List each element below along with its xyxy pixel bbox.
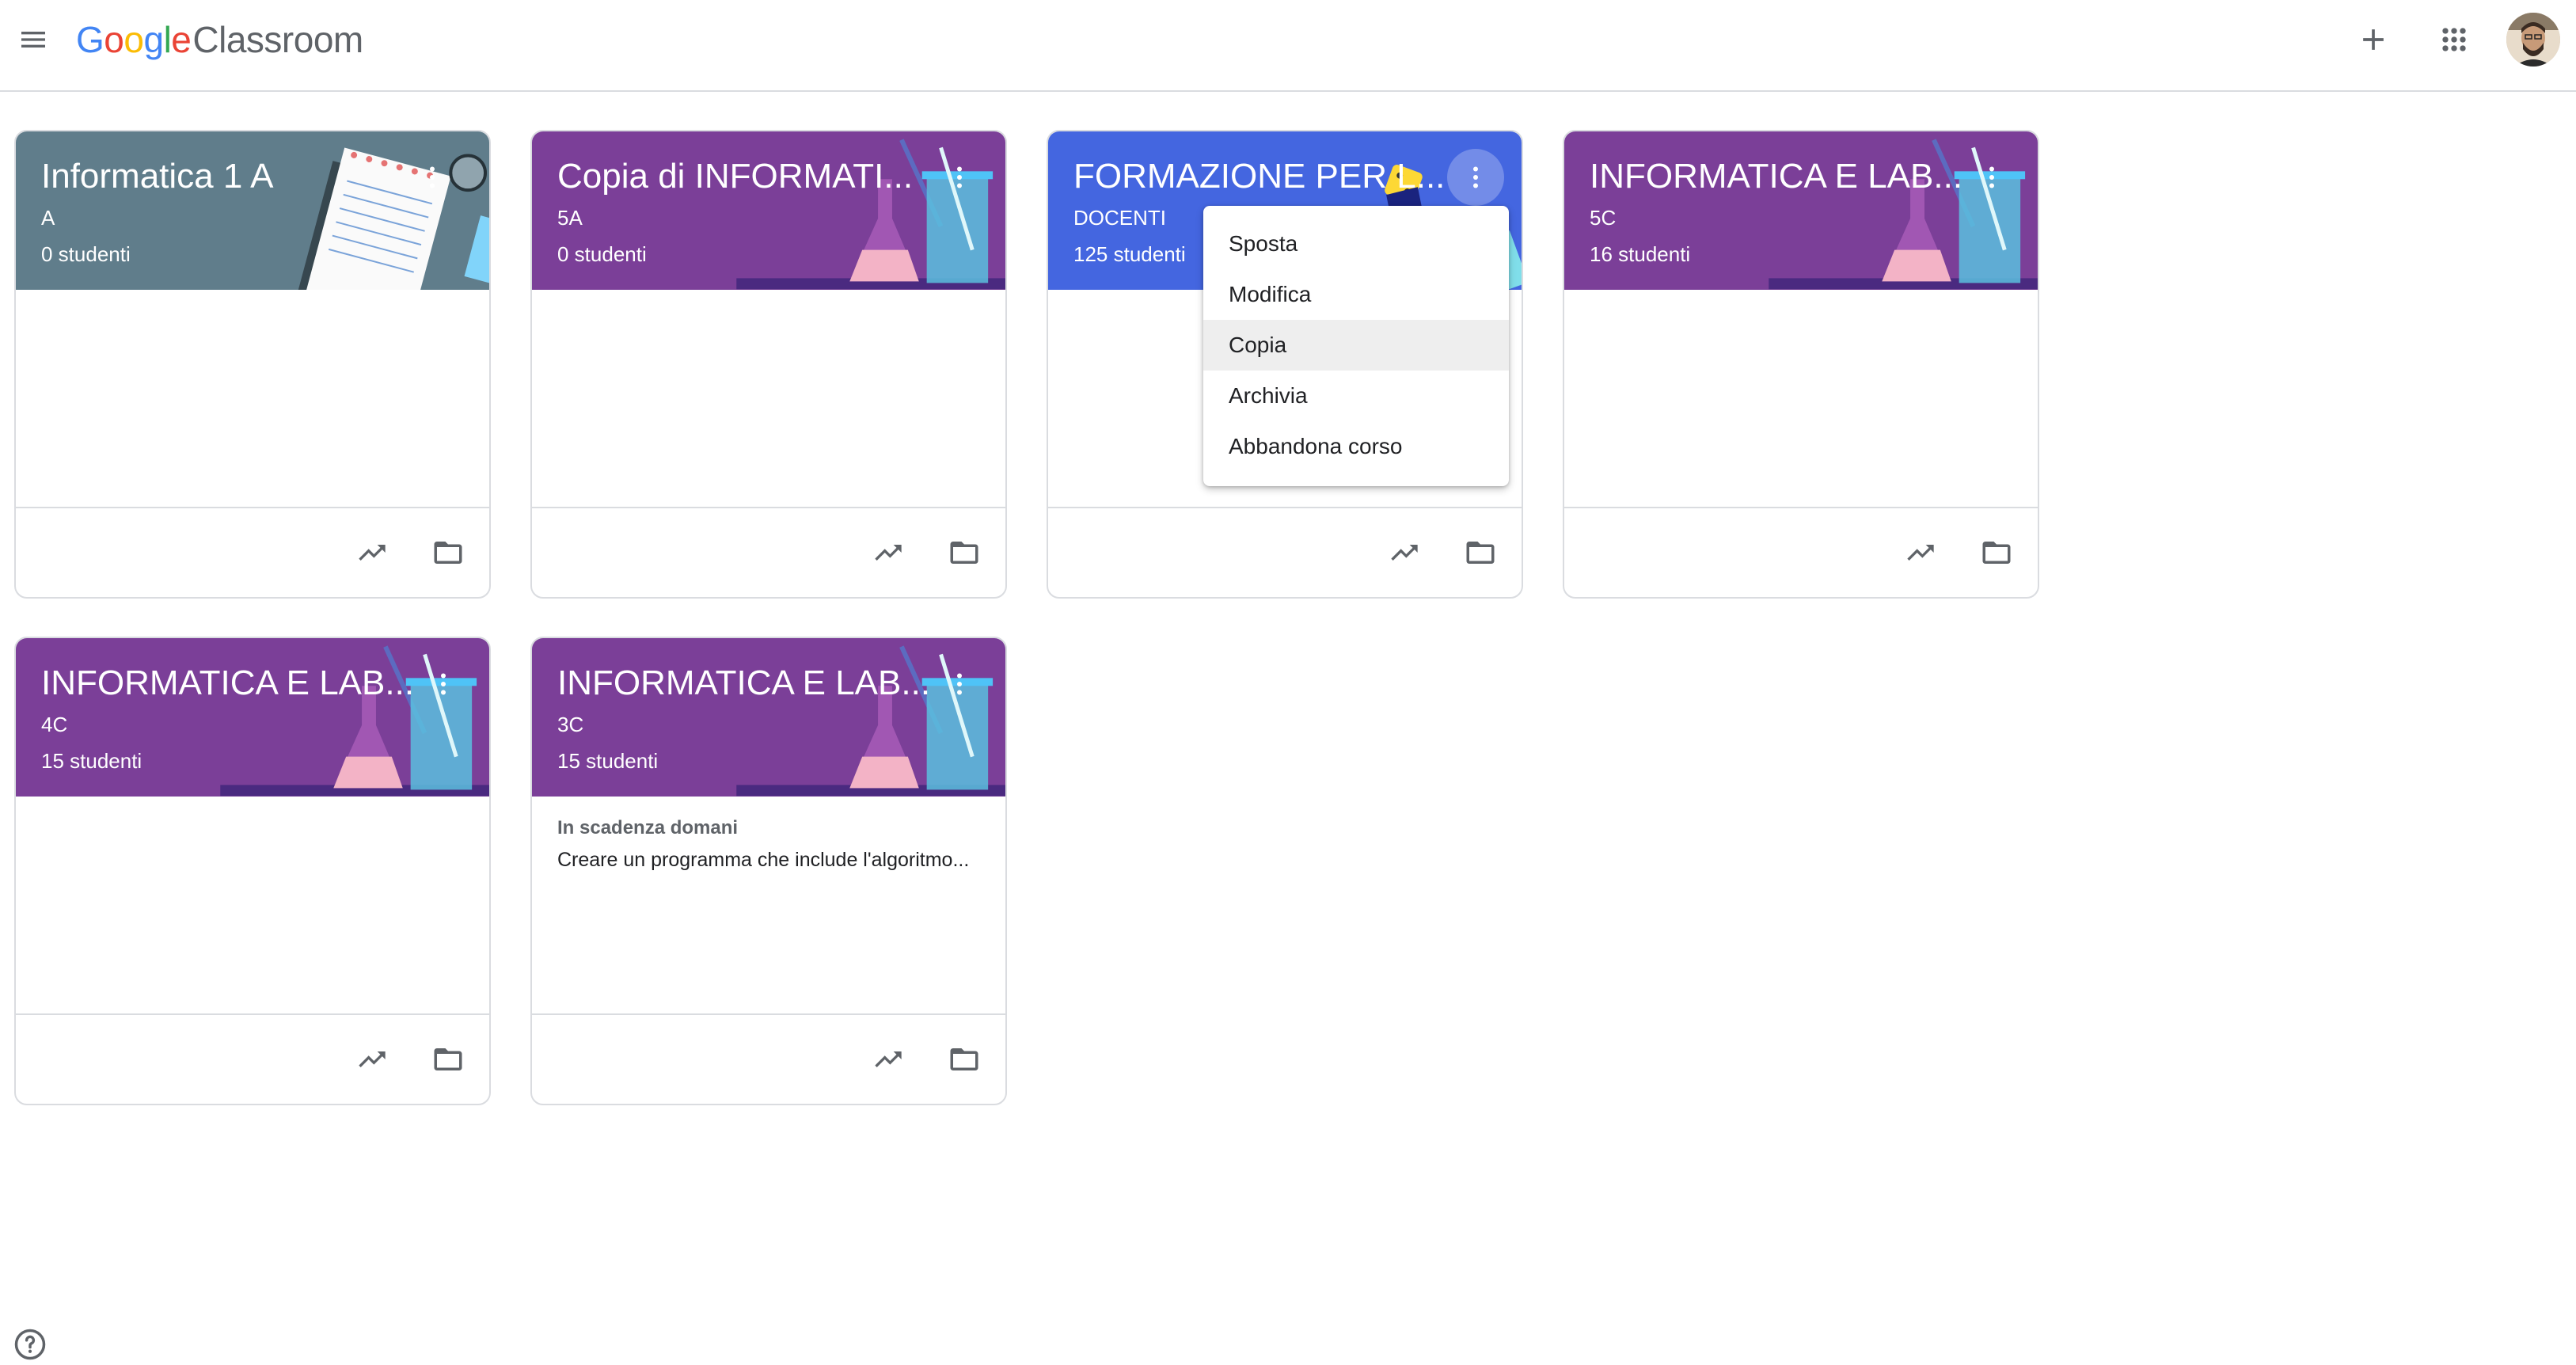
- trending-up-icon[interactable]: [861, 526, 915, 580]
- course-students-count: 0 studenti: [41, 242, 131, 266]
- top-app-bar: Google Classroom: [0, 0, 2576, 92]
- user-avatar[interactable]: [2506, 13, 2560, 67]
- course-title[interactable]: INFORMATICA E LAB...: [557, 663, 953, 703]
- course-title[interactable]: Informatica 1 A: [41, 157, 437, 196]
- folder-icon[interactable]: [1970, 526, 2023, 580]
- course-card[interactable]: Copia di INFORMATI... 5A 0 studenti: [530, 130, 1007, 599]
- help-circle-icon[interactable]: [13, 1327, 47, 1362]
- folder-icon[interactable]: [421, 526, 475, 580]
- folder-icon[interactable]: [1453, 526, 1507, 580]
- logo-product-name: Classroom: [192, 19, 363, 60]
- course-section: 4C: [41, 713, 68, 736]
- trending-up-icon[interactable]: [345, 526, 399, 580]
- folder-icon[interactable]: [937, 1032, 991, 1086]
- more-vert-icon[interactable]: [404, 149, 461, 206]
- menu-item-sposta[interactable]: Sposta: [1203, 219, 1509, 269]
- course-card[interactable]: Informatica 1 A A 0 studenti: [14, 130, 491, 599]
- logo-letter: e: [171, 19, 192, 60]
- course-students-count: 16 studenti: [1590, 242, 1691, 266]
- course-students-count: 125 studenti: [1073, 242, 1186, 266]
- course-title[interactable]: FORMAZIONE PER L...: [1073, 157, 1469, 196]
- more-vert-icon[interactable]: [1447, 149, 1504, 206]
- course-section: 3C: [557, 713, 584, 736]
- google-classroom-logo[interactable]: Google Classroom: [76, 14, 363, 65]
- course-section: A: [41, 206, 55, 230]
- course-card-body: [1564, 290, 2038, 508]
- course-title[interactable]: Copia di INFORMATI...: [557, 157, 953, 196]
- menu-item-copia[interactable]: Copia: [1203, 320, 1509, 371]
- course-card-header[interactable]: INFORMATICA E LAB... 4C 15 studenti: [16, 638, 489, 797]
- menu-item-abbandona-corso[interactable]: Abbandona corso: [1203, 421, 1509, 472]
- course-card[interactable]: INFORMATICA E LAB... 3C 15 studenti In s…: [530, 637, 1007, 1105]
- menu-item-archivia[interactable]: Archivia: [1203, 371, 1509, 421]
- course-card-header[interactable]: Copia di INFORMATI... 5A 0 studenti: [532, 131, 1005, 290]
- course-card-footer: [16, 507, 489, 597]
- course-students-count: 15 studenti: [557, 749, 659, 773]
- logo-letter: G: [76, 19, 104, 60]
- trending-up-icon[interactable]: [345, 1032, 399, 1086]
- course-card-footer: [532, 1013, 1005, 1104]
- course-title[interactable]: INFORMATICA E LAB...: [41, 663, 437, 703]
- course-card-body: [16, 797, 489, 1015]
- folder-icon[interactable]: [937, 526, 991, 580]
- course-section: 5A: [557, 206, 583, 230]
- logo-letter: g: [143, 19, 164, 60]
- course-section: 5C: [1590, 206, 1617, 230]
- course-card-footer: [16, 1013, 489, 1104]
- course-card-footer: [1564, 507, 2038, 597]
- hamburger-menu-icon[interactable]: [11, 17, 55, 62]
- logo-letter: l: [163, 19, 172, 60]
- course-card-header[interactable]: Informatica 1 A A 0 studenti: [16, 131, 489, 290]
- more-vert-icon[interactable]: [415, 656, 472, 713]
- course-card-body: [16, 290, 489, 508]
- logo-letter: o: [123, 19, 144, 60]
- course-card-header[interactable]: INFORMATICA E LAB... 3C 15 studenti: [532, 638, 1005, 797]
- course-card-footer: [532, 507, 1005, 597]
- trending-up-icon[interactable]: [1894, 526, 1947, 580]
- course-students-count: 0 studenti: [557, 242, 647, 266]
- course-card[interactable]: INFORMATICA E LAB... 5C 16 studenti: [1563, 130, 2039, 599]
- course-card-body: [532, 290, 1005, 508]
- more-vert-icon[interactable]: [1963, 149, 2020, 206]
- apps-grid-icon[interactable]: [2426, 11, 2483, 68]
- course-options-menu: Sposta Modifica Copia Archivia Abbandona…: [1203, 206, 1509, 486]
- course-section: DOCENTI: [1073, 206, 1166, 230]
- more-vert-icon[interactable]: [931, 149, 988, 206]
- course-card-footer: [1048, 507, 1522, 597]
- plus-icon[interactable]: [2345, 11, 2402, 68]
- course-card[interactable]: INFORMATICA E LAB... 4C 15 studenti: [14, 637, 491, 1105]
- more-vert-icon[interactable]: [931, 656, 988, 713]
- trending-up-icon[interactable]: [1377, 526, 1431, 580]
- trending-up-icon[interactable]: [861, 1032, 915, 1086]
- due-assignment-link[interactable]: Creare un programma che include l'algori…: [557, 849, 985, 872]
- logo-letter: o: [104, 19, 124, 60]
- course-title[interactable]: INFORMATICA E LAB...: [1590, 157, 1985, 196]
- course-students-count: 15 studenti: [41, 749, 142, 773]
- course-card-header[interactable]: INFORMATICA E LAB... 5C 16 studenti: [1564, 131, 2038, 290]
- course-card-body: In scadenza domani Creare un programma c…: [532, 797, 1005, 1015]
- folder-icon[interactable]: [421, 1032, 475, 1086]
- due-label: In scadenza domani: [557, 817, 739, 838]
- menu-item-modifica[interactable]: Modifica: [1203, 269, 1509, 320]
